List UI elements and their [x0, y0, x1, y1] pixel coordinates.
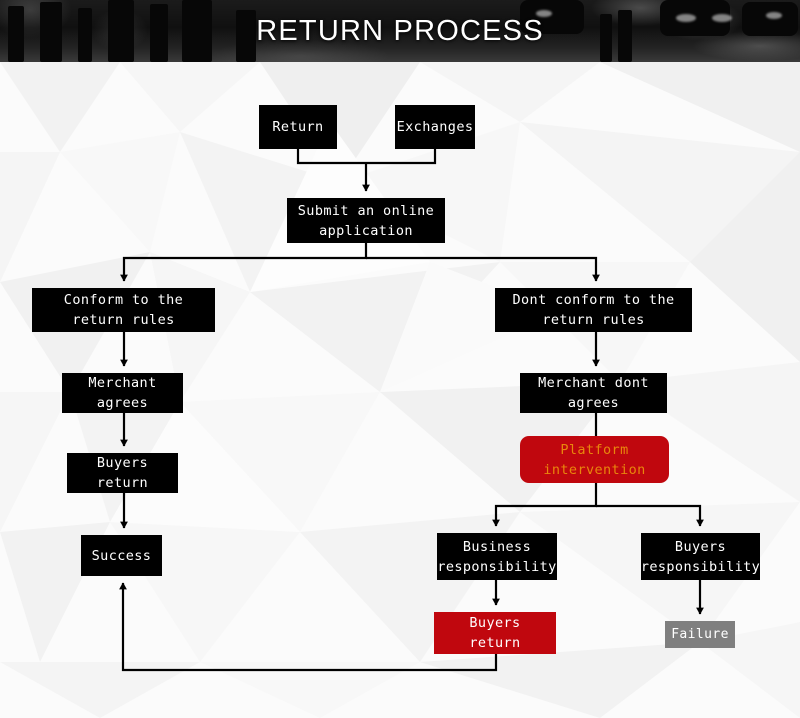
node-submit-online-application[interactable]: Submit an online application	[287, 198, 445, 243]
node-buyers-return-red[interactable]: Buyers return	[434, 612, 556, 654]
edge-submit-to-conform	[120, 243, 368, 282]
return-process-page: RETURN PROCESS Return Exchanges Submit a…	[0, 0, 800, 718]
edge-submit-to-dont-conform	[366, 256, 600, 282]
node-merchant-dont-agrees[interactable]: Merchant dont agrees	[520, 373, 667, 413]
node-return[interactable]: Return	[259, 105, 337, 149]
node-exchanges[interactable]: Exchanges	[395, 105, 475, 149]
node-platform-intervention[interactable]: Platform intervention	[520, 436, 669, 483]
node-success[interactable]: Success	[81, 535, 162, 576]
node-buyers-responsibility[interactable]: Buyers responsibility	[641, 533, 760, 580]
flowchart: Return Exchanges Submit an online applic…	[0, 0, 800, 718]
node-business-responsibility[interactable]: Business responsibility	[437, 533, 557, 580]
edge-platform-to-business	[492, 483, 598, 527]
node-dont-conform-to-return-rules[interactable]: Dont conform to the return rules	[495, 288, 692, 332]
node-merchant-agrees[interactable]: Merchant agrees	[62, 373, 183, 413]
edge-platform-to-buyers-responsibility	[596, 504, 704, 527]
node-failure[interactable]: Failure	[665, 621, 735, 648]
node-conform-to-return-rules[interactable]: Conform to the return rules	[32, 288, 215, 332]
edge-return-exchanges-join	[296, 149, 437, 165]
header-banner: RETURN PROCESS	[0, 0, 800, 62]
node-buyers-return-left[interactable]: Buyers return	[67, 453, 178, 493]
page-title: RETURN PROCESS	[256, 14, 544, 47]
